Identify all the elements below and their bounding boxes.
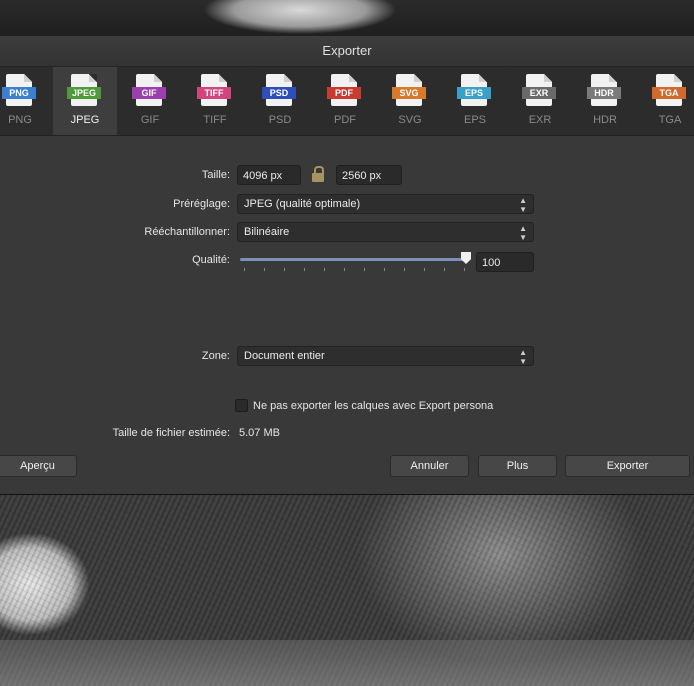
format-tab-label: HDR	[593, 114, 617, 126]
format-tab-tiff[interactable]: TIFF TIFF	[183, 67, 247, 135]
more-button[interactable]: Plus	[478, 455, 557, 477]
file-png-icon: PNG	[2, 74, 36, 106]
lock-icon[interactable]	[311, 166, 325, 182]
slider-tick	[324, 268, 325, 271]
file-exr-icon: EXR	[522, 74, 556, 106]
export-persona-checkbox-label[interactable]: Ne pas exporter les calques avec Export …	[253, 400, 493, 412]
format-tab-tga[interactable]: TGA TGA	[638, 67, 694, 135]
format-icon-tag: PDF	[327, 87, 361, 99]
format-tab-label: EPS	[463, 114, 486, 126]
format-icon-tag: HDR	[587, 87, 621, 99]
format-tab-exr[interactable]: EXR EXR	[508, 67, 572, 135]
height-field[interactable]: 2560 px	[336, 165, 402, 185]
format-icon-tag: SVG	[392, 87, 426, 99]
slider-tick	[264, 268, 265, 271]
preset-select[interactable]: JPEG (qualité optimale) ▲ ▼	[237, 194, 534, 214]
format-tab-label: GIF	[140, 114, 160, 126]
area-value: Document entier	[244, 350, 325, 362]
slider-tick	[304, 268, 305, 271]
size-label: Taille:	[201, 169, 230, 181]
format-tab-label: TGA	[658, 114, 682, 126]
file-gif-icon: GIF	[132, 74, 166, 106]
slider-tick	[404, 268, 405, 271]
slider-tick	[384, 268, 385, 271]
slider-tick	[284, 268, 285, 271]
width-field[interactable]: 4096 px	[237, 165, 301, 185]
format-tab-label: SVG	[398, 114, 422, 126]
file-pdf-icon: PDF	[327, 74, 361, 106]
format-tab-svg[interactable]: SVG SVG	[378, 67, 442, 135]
preset-label: Préréglage:	[173, 198, 230, 210]
filesize-value: 5.07 MB	[239, 427, 280, 439]
updown-arrows-icon: ▲ ▼	[519, 224, 527, 242]
resample-select[interactable]: Bilinéaire ▲ ▼	[237, 222, 534, 242]
quality-slider-knob[interactable]	[461, 252, 471, 264]
slider-tick	[464, 268, 465, 271]
slider-tick	[344, 268, 345, 271]
area-label: Zone:	[201, 350, 230, 362]
preview-button[interactable]: Aperçu	[0, 455, 77, 477]
format-tab-label: PNG	[8, 114, 32, 126]
format-tab-hdr[interactable]: HDR HDR	[573, 67, 637, 135]
format-tab-eps[interactable]: EPS EPS	[443, 67, 507, 135]
format-tab-label: PDF	[334, 114, 356, 126]
background-photo-top	[0, 0, 694, 40]
export-persona-checkbox[interactable]	[235, 399, 248, 412]
format-tab-png[interactable]: PNG PNG	[0, 67, 52, 135]
format-icon-tag: PNG	[2, 87, 36, 99]
area-select[interactable]: Document entier ▲ ▼	[237, 346, 534, 366]
format-tab-label: TIFF	[203, 114, 227, 126]
export-dialog: Exporter PNG PNG JPEG JPEG GIF GIF TIFF TIFF PSD…	[0, 36, 694, 495]
format-icon-tag: TIFF	[197, 87, 231, 99]
quality-field[interactable]: 100	[476, 252, 534, 272]
file-svg-icon: SVG	[392, 74, 426, 106]
file-tiff-icon: TIFF	[197, 74, 231, 106]
filesize-label: Taille de fichier estimée:	[112, 427, 230, 439]
file-jpeg-icon: JPEG	[67, 74, 101, 106]
slider-tick	[444, 268, 445, 271]
format-tab-psd[interactable]: PSD PSD	[248, 67, 312, 135]
format-tab-gif[interactable]: GIF GIF	[118, 67, 182, 135]
resample-value: Bilinéaire	[244, 226, 290, 238]
quality-label: Qualité:	[192, 254, 230, 266]
export-button[interactable]: Exporter	[565, 455, 690, 477]
dialog-title: Exporter	[0, 36, 694, 67]
preset-value: JPEG (qualité optimale)	[244, 198, 361, 210]
format-tab-pdf[interactable]: PDF PDF	[313, 67, 377, 135]
format-icon-tag: PSD	[262, 87, 296, 99]
file-hdr-icon: HDR	[587, 74, 621, 106]
format-tab-label: JPEG	[70, 114, 100, 126]
file-tga-icon: TGA	[652, 74, 686, 106]
format-icon-tag: EPS	[457, 87, 491, 99]
quality-slider-track[interactable]	[240, 258, 468, 261]
file-eps-icon: EPS	[457, 74, 491, 106]
updown-arrows-icon: ▲ ▼	[519, 348, 527, 366]
format-tab-label: EXR	[528, 114, 552, 126]
resample-label: Rééchantillonner:	[144, 226, 230, 238]
format-tab-label: PSD	[268, 114, 292, 126]
file-psd-icon: PSD	[262, 74, 296, 106]
format-tab-jpeg[interactable]: JPEG JPEG	[53, 67, 117, 135]
slider-tick	[364, 268, 365, 271]
format-icon-tag: EXR	[522, 87, 556, 99]
background-photo-ground	[0, 640, 694, 686]
slider-tick	[424, 268, 425, 271]
format-icon-tag: JPEG	[67, 87, 101, 99]
cancel-button[interactable]: Annuler	[390, 455, 469, 477]
slider-tick	[244, 268, 245, 271]
updown-arrows-icon: ▲ ▼	[519, 196, 527, 214]
format-icon-tag: TGA	[652, 87, 686, 99]
format-icon-tag: GIF	[132, 87, 166, 99]
format-tab-bar: PNG PNG JPEG JPEG GIF GIF TIFF TIFF PSD PSD PDF PDF…	[0, 67, 694, 136]
